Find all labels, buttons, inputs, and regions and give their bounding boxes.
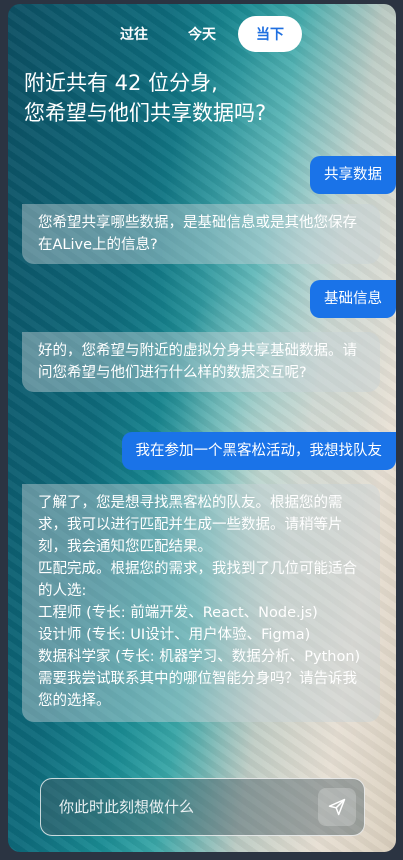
candidate-data-scientist: 数据科学家 (专长: 机器学习、数据分析、Python) (38, 649, 361, 665)
tab-now[interactable]: 当下 (238, 16, 302, 52)
user-message-share-data: 共享数据 (310, 156, 396, 194)
ai-message-match-result: 了解了，您是想寻找黑客松的队友。根据您的需求，我可以进行匹配并生成一些数据。请稍… (22, 484, 380, 722)
ai-match-question: 需要我尝试联系其中的哪位智能分身吗？请告诉我您的选择。 (38, 671, 357, 709)
chat-input-bar (40, 778, 365, 836)
candidate-designer: 设计师 (专长: UI设计、用户体验、Figma) (38, 627, 311, 643)
page-title: 附近共有 42 位分身, 您希望与他们共享数据吗? (24, 71, 267, 125)
send-button[interactable] (318, 788, 356, 826)
send-icon (328, 798, 346, 816)
ai-match-line-2: 匹配完成。根据您的需求，我找到了几位可能适合的人选: (38, 561, 357, 599)
user-message-basic-info: 基础信息 (310, 280, 396, 318)
tab-today[interactable]: 今天 (170, 16, 234, 52)
tab-past[interactable]: 过往 (102, 16, 166, 52)
candidate-engineer: 工程师 (专长: 前端开发、React、Node.js) (38, 605, 318, 621)
time-tabs: 过往 今天 当下 (8, 16, 396, 52)
ai-message-interaction: 好的，您希望与附近的虚拟分身共享基础数据。请问您希望与他们进行什么样的数据交互呢… (22, 332, 380, 392)
user-message-hackathon: 我在参加一个黑客松活动，我想找队友 (121, 432, 396, 470)
app-frame: 过往 今天 当下 附近共有 42 位分身, 您希望与他们共享数据吗? 共享数据 … (8, 4, 396, 852)
chat-input[interactable] (57, 797, 318, 817)
ai-match-line-1: 了解了，您是想寻找黑客松的队友。根据您的需求，我可以进行匹配并生成一些数据。请稍… (38, 495, 343, 555)
ai-message-which-data: 您希望共享哪些数据，是基础信息或是其他您保存在ALive上的信息? (22, 204, 380, 264)
